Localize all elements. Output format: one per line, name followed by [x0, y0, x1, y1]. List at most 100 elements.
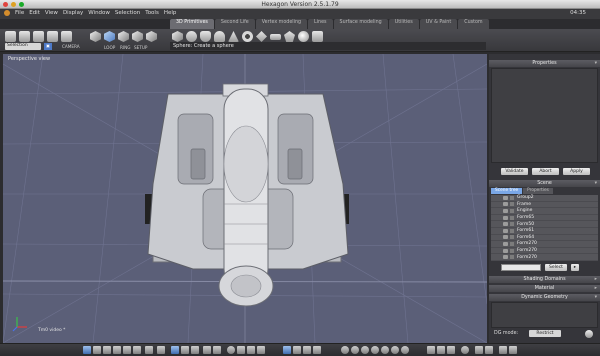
- cube-primitive-icon[interactable]: [172, 31, 183, 42]
- edge-mode-icon[interactable]: [118, 31, 129, 42]
- cone-primitive-icon[interactable]: [228, 31, 239, 42]
- vertex-shade-icon[interactable]: [401, 346, 409, 354]
- tree-item[interactable]: Group2: [491, 195, 598, 202]
- visibility-icon[interactable]: [503, 235, 508, 240]
- auto-mode-icon[interactable]: [146, 31, 157, 42]
- lock-icon[interactable]: [510, 248, 514, 253]
- lock-icon[interactable]: [510, 241, 514, 246]
- lock-icon[interactable]: [510, 222, 514, 227]
- camera-icon[interactable]: [61, 31, 72, 42]
- material-ball-icon[interactable]: [227, 346, 235, 354]
- tab-vertex-modeling[interactable]: Vertex modeling: [255, 19, 308, 29]
- move-gizmo-icon[interactable]: [283, 346, 291, 354]
- tree-item[interactable]: Form50: [491, 221, 598, 228]
- tree-item[interactable]: Frame: [491, 202, 598, 209]
- sphere-shade-icon[interactable]: [341, 346, 349, 354]
- properties-header[interactable]: Properties ▾: [489, 60, 600, 67]
- lock-icon[interactable]: [510, 195, 514, 200]
- texture-icon[interactable]: [181, 346, 189, 354]
- universal-gizmo-icon[interactable]: [313, 346, 321, 354]
- scale-gizmo-icon[interactable]: [303, 346, 311, 354]
- bounding-box-icon[interactable]: [371, 346, 379, 354]
- lock-icon[interactable]: [510, 255, 514, 260]
- ellipsoid-primitive-icon[interactable]: [298, 31, 309, 42]
- paint-select-icon[interactable]: [33, 31, 44, 42]
- dg-mode-dropdown[interactable]: Restrict: [529, 330, 561, 337]
- rotate-gizmo-icon[interactable]: [293, 346, 301, 354]
- wire-shade-icon[interactable]: [361, 346, 369, 354]
- ring-label[interactable]: RING: [120, 45, 131, 50]
- lock-icon[interactable]: [510, 215, 514, 220]
- perspective-viewport[interactable]: Perspective view Tm0 video *: [3, 54, 487, 343]
- torus-primitive-icon[interactable]: [242, 31, 253, 42]
- menu-tools[interactable]: Tools: [145, 10, 159, 16]
- abort-button[interactable]: Abort: [532, 168, 559, 175]
- scene-header[interactable]: Scene ▾: [489, 180, 600, 187]
- menu-window[interactable]: Window: [88, 10, 110, 16]
- tree-item[interactable]: Form61: [491, 228, 598, 235]
- engine-model[interactable]: [145, 83, 349, 307]
- visibility-icon[interactable]: [503, 208, 508, 213]
- selection-mode-badge[interactable]: ▣: [44, 43, 52, 50]
- properties-close-icon[interactable]: ▾: [595, 60, 597, 67]
- stairs-primitive-icon[interactable]: [312, 31, 323, 42]
- select-button[interactable]: Select: [545, 264, 567, 271]
- single-view-icon[interactable]: [83, 346, 91, 354]
- cylinder-primitive-icon[interactable]: [200, 31, 211, 42]
- edge-shade-icon[interactable]: [391, 346, 399, 354]
- plane-primitive-icon[interactable]: [270, 34, 281, 40]
- magnet-icon[interactable]: [47, 31, 58, 42]
- vertex-mode-icon[interactable]: [132, 31, 143, 42]
- tab-custom[interactable]: Custom: [458, 19, 489, 29]
- setup-label[interactable]: SETUP: [134, 45, 147, 50]
- visibility-icon[interactable]: [503, 241, 508, 246]
- lock-icon[interactable]: [510, 235, 514, 240]
- capsule-primitive-icon[interactable]: [214, 31, 225, 42]
- tab-second-life[interactable]: Second Life: [214, 19, 255, 29]
- dynamic-geometry-collapse-icon[interactable]: ▾: [595, 294, 597, 301]
- dg-options-icon[interactable]: [585, 330, 593, 338]
- tree-item[interactable]: Form270: [491, 254, 598, 261]
- tab-uv-paint[interactable]: UV & Paint: [419, 19, 458, 29]
- shadow-icon[interactable]: [203, 346, 211, 354]
- lock-icon[interactable]: [510, 202, 514, 207]
- undo-icon[interactable]: [437, 346, 445, 354]
- settings-icon[interactable]: [475, 346, 483, 354]
- lock-icon[interactable]: [510, 228, 514, 233]
- tree-item[interactable]: Form65: [491, 215, 598, 222]
- render-icon[interactable]: [509, 346, 517, 354]
- diamond-primitive-icon[interactable]: [256, 31, 267, 42]
- shading-domains-header[interactable]: Shading Domains ▸: [489, 276, 600, 283]
- grid-toggle-icon[interactable]: [113, 346, 121, 354]
- tree-item[interactable]: Engine: [491, 208, 598, 215]
- tab-3d-primitives[interactable]: 3D Primitives: [170, 19, 214, 29]
- menu-file[interactable]: File: [15, 10, 24, 16]
- menu-display[interactable]: Display: [63, 10, 83, 16]
- preview-icon[interactable]: [485, 346, 493, 354]
- select-arrow-icon[interactable]: [5, 31, 16, 42]
- shading-expand-icon[interactable]: ▸: [595, 276, 597, 283]
- visibility-icon[interactable]: [503, 228, 508, 233]
- sphere-primitive-icon[interactable]: [186, 31, 197, 42]
- menu-edit[interactable]: Edit: [29, 10, 40, 16]
- tree-item[interactable]: Form64: [491, 235, 598, 242]
- ambient-icon[interactable]: [213, 346, 221, 354]
- light-icon[interactable]: [191, 346, 199, 354]
- panel-icon[interactable]: [133, 346, 141, 354]
- layout-icon[interactable]: [123, 346, 131, 354]
- tree-item[interactable]: Form270: [491, 248, 598, 255]
- wireframe-icon[interactable]: [145, 346, 153, 354]
- face-mode-icon[interactable]: [104, 31, 115, 42]
- camera-snapshot-icon[interactable]: [499, 346, 507, 354]
- visibility-icon[interactable]: [503, 255, 508, 260]
- material-expand-icon[interactable]: ▸: [595, 285, 597, 292]
- loop-label[interactable]: LOOP: [104, 45, 115, 50]
- apply-button[interactable]: Apply: [563, 168, 590, 175]
- render-mode-icon[interactable]: [171, 346, 179, 354]
- smooth-shade-icon[interactable]: [157, 346, 165, 354]
- menu-view[interactable]: View: [45, 10, 58, 16]
- tab-scene-properties[interactable]: Properties: [523, 188, 553, 194]
- xray-icon[interactable]: [381, 346, 389, 354]
- select-option-icon[interactable]: ▸: [571, 264, 579, 271]
- magnify-icon[interactable]: [237, 346, 245, 354]
